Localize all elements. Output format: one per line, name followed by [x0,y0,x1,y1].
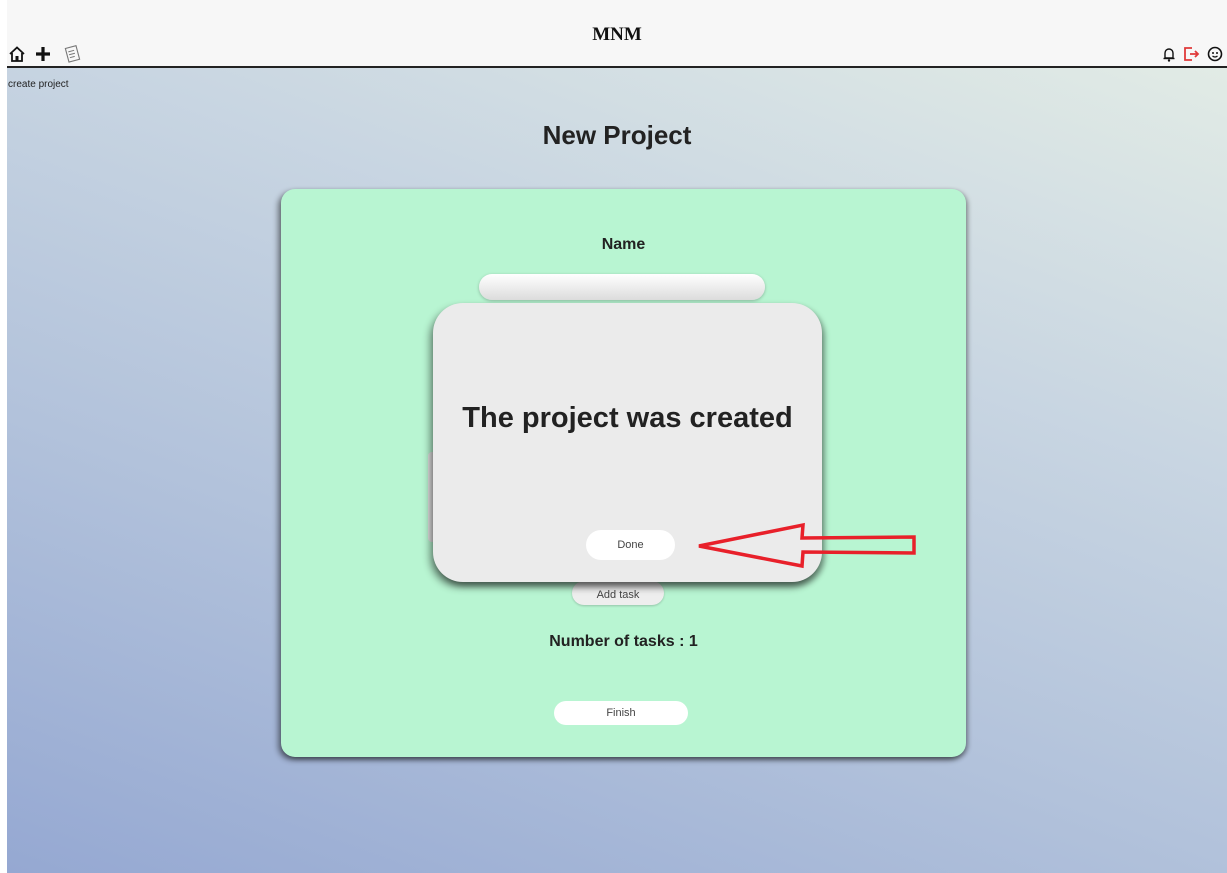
home-icon[interactable] [7,44,27,64]
bell-icon[interactable] [1159,44,1179,64]
brand-title: MNM [592,24,642,45]
notebook-icon[interactable] [62,44,82,64]
breadcrumb: create project [8,79,69,90]
page-title: New Project [542,120,692,150]
profile-icon[interactable] [1205,44,1225,64]
logout-icon[interactable] [1181,44,1201,64]
number-of-tasks: Number of tasks : 1 [549,633,698,650]
finish-button[interactable]: Finish [554,701,688,725]
page: MNM create project New Project Name Add … [7,0,1227,873]
top-bar: MNM [7,0,1227,68]
modal-message: The project was created [462,402,793,434]
name-input[interactable] [479,274,765,300]
red-arrow-annotation [698,522,916,569]
plus-icon[interactable] [33,44,53,64]
add-task-button[interactable]: Add task [572,581,664,605]
name-label: Name [601,236,646,253]
done-button[interactable]: Done [586,530,675,560]
